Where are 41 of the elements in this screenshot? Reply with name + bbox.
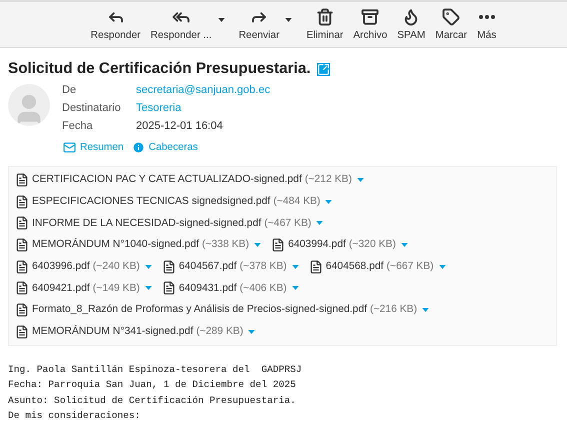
attachment-size: (~338 KB)	[202, 239, 250, 250]
header-label: Fecha	[62, 120, 94, 133]
attachment-size: (~289 KB)	[196, 326, 244, 338]
attachment-size: (~149 KB)	[92, 282, 140, 294]
toolbar-button[interactable]: Eliminar	[302, 6, 348, 43]
attachment-name[interactable]: INFORME DE LA NECESIDAD-signed-signed.pdf	[32, 218, 262, 229]
header-label: De	[62, 84, 78, 97]
attachment-size: (~467 KB)	[264, 218, 312, 229]
attachment-name[interactable]: 6403994.pdf	[288, 239, 346, 250]
attachment-size: (~667 KB)	[386, 261, 434, 272]
toolbar-button[interactable]: Más	[473, 6, 500, 43]
attachment-name[interactable]: 6403996.pdf	[32, 261, 90, 272]
attachment-size: (~378 KB)	[240, 261, 287, 272]
header-value: 2025-12-01 16:04	[136, 120, 224, 133]
attachment-size: (~212 KB)	[304, 174, 352, 186]
toolbar-button[interactable]: Marcar	[431, 6, 472, 43]
toolbar-button[interactable]: Responder	[86, 6, 145, 43]
attachment-name[interactable]: ESPECIFICACIONES TECNICAS signedsigned.pdf	[32, 196, 270, 208]
attachment-size: (~484 KB)	[273, 196, 320, 208]
attachment-size: (~320 KB)	[348, 239, 396, 250]
attachment-name[interactable]: MEMORÁNDUM N°1040-signed.pdf	[32, 239, 199, 250]
body-text-line: Fecha: Parroquia San Juan, 1 de Diciembre del 2025	[8, 378, 297, 392]
attachment-size: (~406 KB)	[240, 282, 287, 294]
attachment-size: (~240 KB)	[92, 261, 140, 272]
toolbar-button[interactable]: Responder ...	[146, 6, 216, 43]
attachment-size: (~216 KB)	[370, 304, 418, 316]
attachment-name[interactable]: 6409421.pdf	[32, 282, 90, 294]
toolbar-button[interactable]: Archivo	[349, 6, 392, 43]
header-label: Destinatario	[62, 102, 122, 115]
body-text-line: Ing. Paola Santillán Espinoza-tesorera del GADPRSJ	[8, 362, 303, 376]
body-text-line: Asunto: Solicitud de Certificación Presupuestaria.	[8, 394, 297, 408]
body-text-line: De mis consideraciones:	[8, 409, 142, 423]
attachment-name[interactable]: 6404568.pdf	[326, 261, 384, 272]
attachment-name[interactable]: 6404567.pdf	[178, 261, 237, 272]
attachment-name[interactable]: MEMORÁNDUM N°341-signed.pdf	[32, 326, 194, 338]
message-subject: Solicitud de Certificación Presupuestaria.	[8, 60, 311, 78]
toolbar-button[interactable]: SPAM	[393, 6, 430, 43]
attachment-name[interactable]: CERTIFICACION PAC Y CATE ACTUALIZADO-signed.pdf	[32, 174, 302, 186]
attachment-name[interactable]: Formato_8_Razón de Proformas y Análisis de Precios-signed-signed.pdf	[32, 304, 367, 316]
attachment-name[interactable]: 6409431.pdf	[178, 282, 237, 294]
toolbar-button[interactable]: Reenviar	[234, 6, 284, 43]
